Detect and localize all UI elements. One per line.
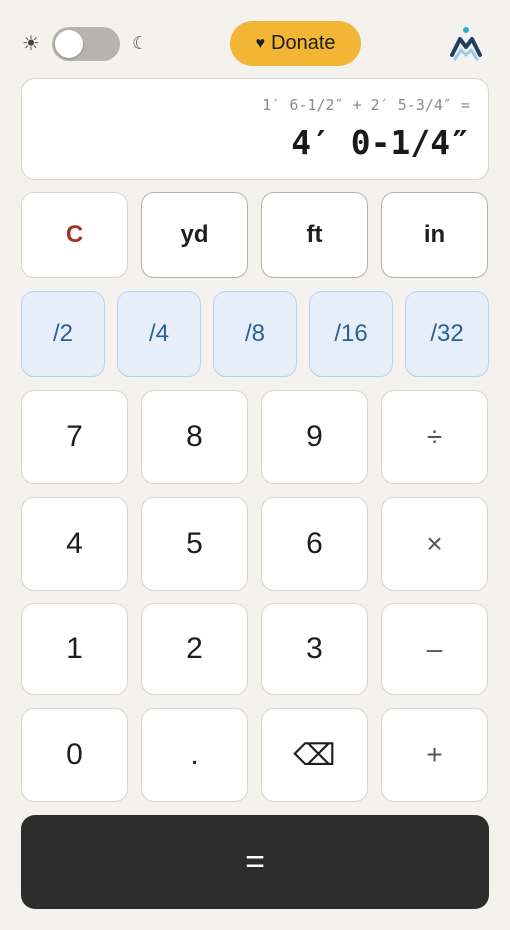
sun-icon: ☀ (22, 31, 40, 55)
theme-toggle[interactable] (52, 27, 120, 61)
fraction-eighth-button[interactable]: /8 (213, 291, 297, 377)
backspace-icon: ⌫ (293, 738, 336, 772)
multiply-button[interactable]: × (381, 497, 488, 591)
heart-icon: ♥ (255, 34, 266, 52)
donate-button[interactable]: ♥ Donate (230, 21, 361, 66)
result-text: 4′ 0-1/4″ (291, 123, 470, 162)
digit-5-button[interactable]: 5 (141, 497, 248, 591)
fraction-half-button[interactable]: /2 (21, 291, 105, 377)
digit-8-button[interactable]: 8 (141, 390, 248, 484)
digit-2-button[interactable]: 2 (141, 603, 248, 695)
fraction-sixteenth-button[interactable]: /16 (309, 291, 393, 377)
digit-7-button[interactable]: 7 (21, 390, 128, 484)
mountain-logo-icon[interactable] (449, 25, 483, 61)
clear-button[interactable]: C (21, 192, 128, 278)
decimal-point-button[interactable]: . (141, 708, 248, 802)
digit-0-button[interactable]: 0 (21, 708, 128, 802)
digit-9-button[interactable]: 9 (261, 390, 368, 484)
feet-button[interactable]: ft (261, 192, 368, 278)
equals-button[interactable]: = (21, 815, 489, 909)
theme-toggle-knob[interactable] (55, 30, 83, 58)
calculator-app: ☀ ☾ ♥ Donate 1′ 6-1/2″ + 2′ 5-3/4″ = 4′ … (0, 0, 510, 930)
calculator-display: 1′ 6-1/2″ + 2′ 5-3/4″ = 4′ 0-1/4″ (21, 78, 489, 180)
add-button[interactable]: + (381, 708, 488, 802)
digit-4-button[interactable]: 4 (21, 497, 128, 591)
backspace-button[interactable]: ⌫ (261, 708, 368, 802)
expression-text: 1′ 6-1/2″ + 2′ 5-3/4″ = (262, 96, 470, 114)
moon-icon: ☾ (132, 33, 149, 54)
donate-label: Donate (271, 32, 336, 54)
top-bar: ☀ ☾ ♥ Donate (0, 0, 510, 80)
yards-button[interactable]: yd (141, 192, 248, 278)
inches-button[interactable]: in (381, 192, 488, 278)
fraction-quarter-button[interactable]: /4 (117, 291, 201, 377)
digit-3-button[interactable]: 3 (261, 603, 368, 695)
fraction-thirtysecond-button[interactable]: /32 (405, 291, 489, 377)
digit-1-button[interactable]: 1 (21, 603, 128, 695)
subtract-button[interactable]: – (381, 603, 488, 695)
divide-button[interactable]: ÷ (381, 390, 488, 484)
digit-6-button[interactable]: 6 (261, 497, 368, 591)
